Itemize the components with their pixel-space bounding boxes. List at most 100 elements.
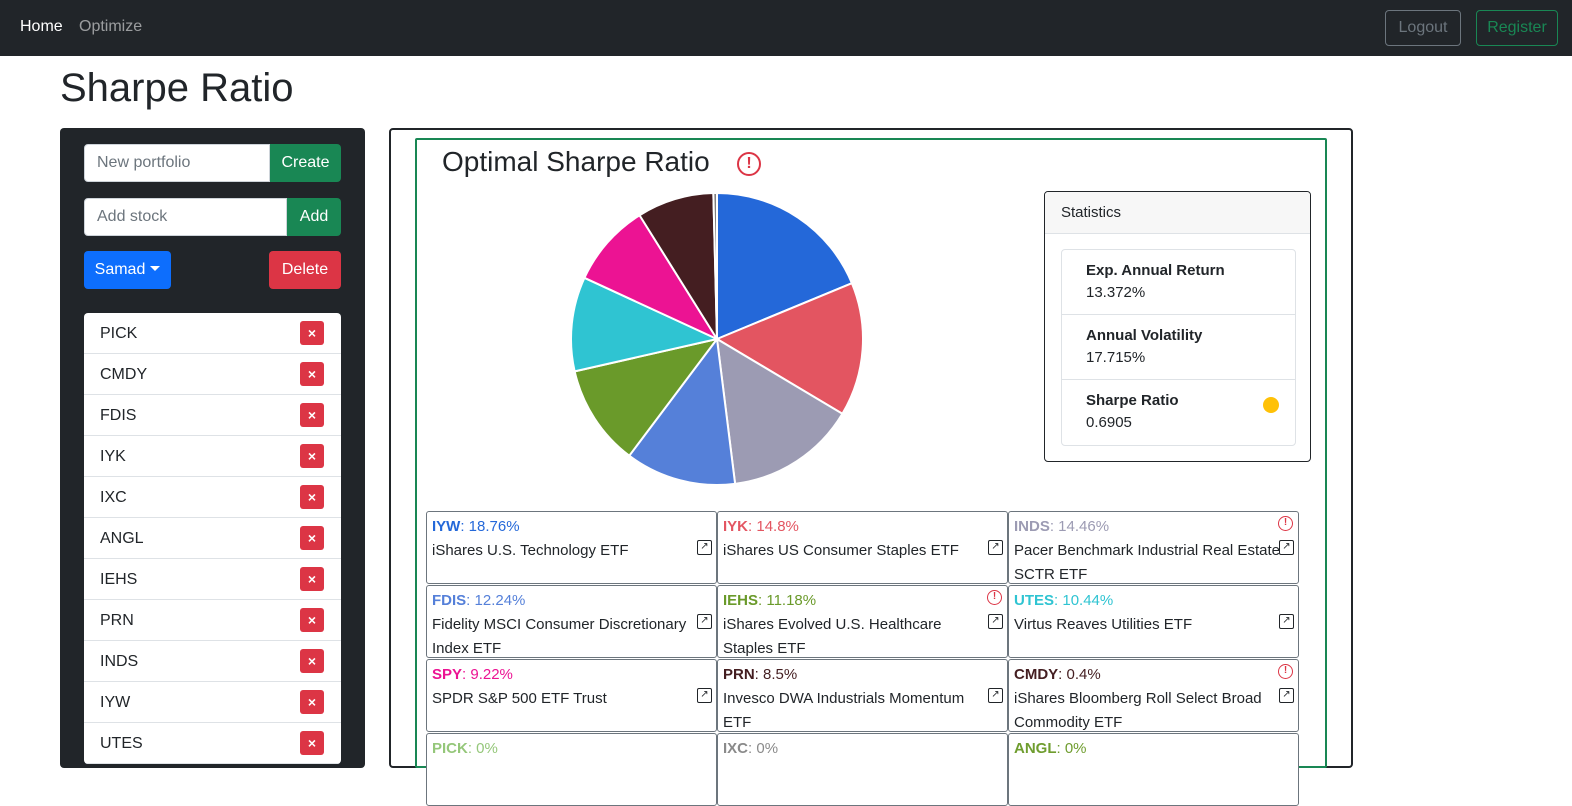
stat-label: Exp. Annual Return	[1086, 262, 1225, 279]
etf-heading: CMDY: 0.4%	[1014, 663, 1293, 687]
remove-stock-button[interactable]: ×	[300, 444, 324, 468]
stock-list-item: UTES ×	[84, 723, 341, 764]
etf-heading: IEHS: 11.18%	[723, 589, 1002, 613]
new-portfolio-input[interactable]: New portfolio	[84, 144, 270, 182]
statistics-header: Statistics	[1045, 192, 1310, 234]
stat-value: 13.372%	[1086, 284, 1146, 301]
etf-heading: PRN: 8.5%	[723, 663, 1002, 687]
optimal-sharpe-title: Optimal Sharpe Ratio	[442, 146, 710, 177]
new-portfolio-group: New portfolio Create	[84, 144, 341, 182]
etf-weight: : 10.44%	[1054, 592, 1114, 609]
delete-portfolio-button[interactable]: Delete	[269, 251, 341, 289]
remove-stock-button[interactable]: ×	[300, 526, 324, 550]
remove-stock-button[interactable]: ×	[300, 731, 324, 755]
etf-ticker: IEHS	[723, 592, 759, 609]
logout-button[interactable]: Logout	[1385, 10, 1461, 46]
sharpe-status-indicator	[1263, 397, 1279, 413]
nav-home-link[interactable]: Home	[20, 18, 63, 36]
stat-value: 0.6905	[1086, 414, 1132, 431]
etf-heading: SPY: 9.22%	[432, 663, 711, 687]
etf-name: iShares Bloomberg Roll Select Broad Comm…	[1014, 690, 1262, 731]
stock-list: PICK × CMDY × FDIS × IYK × IXC × ANGL × IEHS × PRN × IND…	[84, 313, 341, 764]
etf-weight: : 9.22%	[462, 666, 513, 683]
etf-card-utes: UTES: 10.44% Virtus Reaves Utilities ETF ↗	[1008, 585, 1299, 658]
remove-stock-button[interactable]: ×	[300, 690, 324, 714]
remove-stock-button[interactable]: ×	[300, 567, 324, 591]
etf-name: iShares U.S. Technology ETF	[432, 542, 629, 559]
etf-heading: PICK: 0%	[432, 737, 711, 761]
external-link-icon[interactable]: ↗	[1279, 688, 1294, 703]
etf-card-prn: PRN: 8.5% Invesco DWA Industrials Momentu…	[717, 659, 1008, 732]
etf-card-iehs: IEHS: 11.18% iShares Evolved U.S. Healthc…	[717, 585, 1008, 658]
remove-stock-button[interactable]: ×	[300, 403, 324, 427]
allocation-pie-chart	[570, 191, 864, 486]
etf-ticker: ANGL	[1014, 740, 1057, 757]
register-button[interactable]: Register	[1476, 10, 1558, 46]
etf-name: iShares US Consumer Staples ETF	[723, 542, 959, 559]
etf-card-pick: PICK: 0%	[426, 733, 717, 806]
etf-heading: IYW: 18.76%	[432, 515, 711, 539]
etf-ticker: IYK	[723, 518, 749, 535]
warning-icon[interactable]: !	[987, 590, 1002, 605]
etf-heading: INDS: 14.46%	[1014, 515, 1293, 539]
etf-card-spy: SPY: 9.22% SPDR S&P 500 ETF Trust ↗	[426, 659, 717, 732]
remove-stock-button[interactable]: ×	[300, 608, 324, 632]
remove-stock-button[interactable]: ×	[300, 362, 324, 386]
etf-name: Pacer Benchmark Industrial Real Estate S…	[1014, 542, 1280, 583]
page-title: Sharpe Ratio	[60, 66, 294, 110]
external-link-icon[interactable]: ↗	[1279, 614, 1294, 629]
stock-ticker: IEHS	[100, 571, 138, 588]
stock-ticker: UTES	[100, 735, 143, 752]
add-stock-input[interactable]: Add stock	[84, 198, 287, 236]
stock-ticker: IYK	[100, 448, 126, 465]
remove-stock-button[interactable]: ×	[300, 485, 324, 509]
etf-ticker: FDIS	[432, 592, 467, 609]
stock-ticker: CMDY	[100, 366, 148, 383]
etf-weight: : 0%	[748, 740, 779, 757]
etf-ticker: IYW	[432, 518, 461, 535]
create-button[interactable]: Create	[270, 144, 341, 182]
remove-stock-button[interactable]: ×	[300, 649, 324, 673]
stock-list-item: INDS ×	[84, 641, 341, 682]
stock-ticker: PICK	[100, 325, 138, 342]
add-stock-group: Add stock Add	[84, 198, 341, 236]
portfolio-dropdown-label: Samad	[94, 261, 146, 278]
stock-list-item: ANGL ×	[84, 518, 341, 559]
etf-ticker: PICK	[432, 740, 468, 757]
add-stock-button[interactable]: Add	[287, 198, 341, 236]
stock-ticker: IYW	[100, 694, 131, 711]
stock-list-item: IEHS ×	[84, 559, 341, 600]
stock-list-item: CMDY ×	[84, 354, 341, 395]
etf-weight: : 0%	[467, 740, 498, 757]
stat-label: Annual Volatility	[1086, 327, 1203, 344]
warning-icon[interactable]: !	[1278, 664, 1293, 679]
stock-ticker: IXC	[100, 489, 127, 506]
warning-icon[interactable]: !	[1278, 516, 1293, 531]
etf-name: Fidelity MSCI Consumer Discretionary Ind…	[432, 616, 687, 657]
remove-stock-button[interactable]: ×	[300, 321, 324, 345]
etf-card-iyw: IYW: 18.76% iShares U.S. Technology ETF ↗	[426, 511, 717, 584]
stock-ticker: PRN	[100, 612, 134, 629]
external-link-icon[interactable]: ↗	[1279, 540, 1294, 555]
etf-card-ixc: IXC: 0%	[717, 733, 1008, 806]
external-link-icon[interactable]: ↗	[988, 688, 1003, 703]
nav-optimize-link[interactable]: Optimize	[79, 18, 142, 36]
etf-ticker: UTES	[1014, 592, 1055, 609]
external-link-icon[interactable]: ↗	[697, 540, 712, 555]
stock-ticker: ANGL	[100, 530, 144, 547]
portfolio-dropdown[interactable]: Samad	[84, 251, 171, 289]
etf-card-iyk: IYK: 14.8% iShares US Consumer Staples ET…	[717, 511, 1008, 584]
warning-icon[interactable]: !	[737, 152, 761, 176]
stock-ticker: FDIS	[100, 407, 137, 424]
etf-weight: : 18.76%	[460, 518, 520, 535]
etf-weight: : 0.4%	[1058, 666, 1101, 683]
statistics-list: Exp. Annual Return 13.372% Annual Volati…	[1061, 249, 1296, 446]
external-link-icon[interactable]: ↗	[988, 540, 1003, 555]
stat-value: 17.715%	[1086, 349, 1146, 366]
etf-weight: : 11.18%	[758, 592, 817, 609]
external-link-icon[interactable]: ↗	[988, 614, 1003, 629]
external-link-icon[interactable]: ↗	[697, 688, 712, 703]
etf-heading: UTES: 10.44%	[1014, 589, 1293, 613]
stock-list-item: IYK ×	[84, 436, 341, 477]
external-link-icon[interactable]: ↗	[697, 614, 712, 629]
